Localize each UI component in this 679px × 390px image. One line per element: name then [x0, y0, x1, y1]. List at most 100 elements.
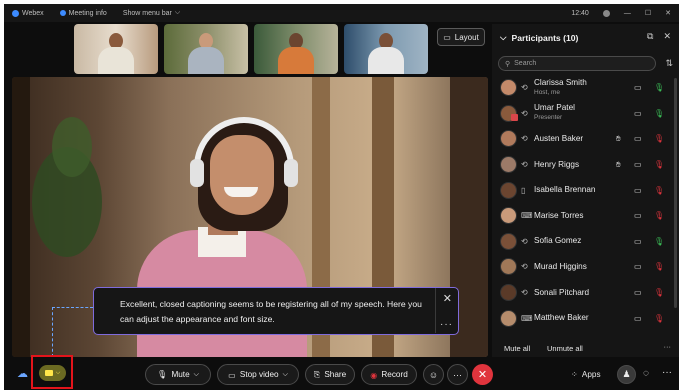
- video-thumbnail[interactable]: [344, 24, 428, 74]
- video-thumbnail[interactable]: [74, 24, 158, 74]
- meeting-info-button[interactable]: Meeting info: [59, 9, 107, 17]
- participant-name: Matthew Baker: [534, 313, 589, 323]
- avatar: [500, 207, 517, 225]
- more-options-icon[interactable]: ···: [664, 342, 672, 351]
- caption-more-icon[interactable]: ···: [440, 319, 453, 330]
- mic-muted-icon: 🎙︎: [654, 288, 665, 298]
- participant-row[interactable]: ⟲ Henry Riggs ✋︎ ▭ 🎙︎: [492, 152, 679, 178]
- participants-panel: ⌵ Participants (10) ⧉ ✕ ⚲ Search ⇅ ⟲ Cla…: [492, 24, 679, 357]
- participant-name: Umar Patel Presenter: [534, 103, 575, 122]
- connection-icon[interactable]: ☁: [17, 367, 28, 380]
- share-screen-icon: ⎘: [313, 369, 321, 379]
- participant-name: Marise Torres: [534, 210, 584, 220]
- camera-icon: ▭: [634, 134, 642, 144]
- mute-button[interactable]: 🎙︎ Mute ⌵: [145, 364, 211, 385]
- sync-icon: ⟲: [521, 83, 528, 93]
- title-bar: Webex Meeting info Show menu bar ⌵ 12:40…: [4, 4, 679, 22]
- sync-icon: ⟲: [521, 134, 528, 144]
- participant-row[interactable]: ▯ Isabella Brennan ▭ 🎙︎: [492, 177, 679, 203]
- closed-caption-button[interactable]: ⌵: [39, 365, 66, 381]
- microphone-icon: 🎙︎: [157, 369, 168, 379]
- participant-name: Sofia Gomez: [534, 236, 582, 246]
- avatar: [500, 232, 517, 250]
- unmute-all-button[interactable]: Unmute all: [547, 344, 583, 353]
- share-button[interactable]: ⎘ Share: [305, 364, 355, 385]
- headphone-cup: [190, 159, 204, 187]
- closed-caption-panel[interactable]: Excellent, closed captioning seems to be…: [93, 287, 459, 335]
- participant-row[interactable]: ⟲ Murad Higgins ▭ 🎙︎: [492, 254, 679, 280]
- mute-all-button[interactable]: Mute all: [504, 344, 530, 353]
- participant-row[interactable]: ⟲ Sofia Gomez ▭ 🎙︎: [492, 229, 679, 255]
- show-menu-bar-label: Show menu bar: [122, 9, 172, 17]
- headphone-cup: [284, 159, 298, 187]
- participant-row[interactable]: ⟲ Austen Baker ✋︎ ▭ 🎙︎: [492, 126, 679, 152]
- layout-button[interactable]: ▭ Layout: [437, 28, 485, 46]
- meeting-info-label: Meeting info: [68, 9, 107, 17]
- chevron-down-icon: ⌵: [174, 9, 181, 16]
- avatar[interactable]: [602, 9, 610, 17]
- camera-icon: ▭: [634, 108, 642, 118]
- caption-connector-line: [52, 307, 93, 308]
- show-menu-bar-button[interactable]: Show menu bar ⌵: [123, 9, 180, 17]
- search-placeholder: Search: [514, 60, 537, 67]
- avatar: [500, 181, 517, 199]
- webex-logo-icon: [12, 9, 19, 17]
- minimize-icon[interactable]: —: [624, 10, 631, 17]
- participant-body: [188, 47, 224, 74]
- stop-video-button[interactable]: ▭ Stop video ⌵: [217, 364, 299, 385]
- participant-thumbnails: [74, 24, 428, 76]
- close-icon: ✕: [477, 369, 488, 381]
- close-caption-icon[interactable]: ✕: [443, 292, 452, 305]
- leave-meeting-button[interactable]: ✕: [472, 364, 493, 385]
- search-icon: ⚲: [505, 60, 511, 68]
- record-button[interactable]: ◉ Record: [361, 364, 417, 385]
- participant-row[interactable]: ⟲ Sonali Pitchard ▭ 🎙︎: [492, 280, 679, 306]
- mic-muted-icon: 🎙︎: [654, 211, 665, 221]
- maximize-icon[interactable]: ☐: [645, 9, 651, 17]
- apps-grid-icon: ⁘: [571, 370, 578, 379]
- apps-label: Apps: [581, 369, 601, 379]
- speaker-smile: [224, 187, 258, 197]
- participant-row[interactable]: ⟲ Clarissa Smith Host, me ▭ 🎙︎: [492, 75, 679, 101]
- more-options-button[interactable]: ···: [447, 364, 468, 385]
- close-icon[interactable]: ✕: [665, 9, 671, 17]
- camera-icon: ▭: [634, 160, 642, 170]
- participant-name: Sonali Pitchard: [534, 287, 590, 297]
- chevron-down-icon: ⌵: [55, 369, 61, 376]
- apps-button[interactable]: ⁘ Apps: [571, 369, 601, 380]
- participants-header[interactable]: ⌵ Participants (10): [500, 32, 578, 43]
- layout-label: Layout: [454, 32, 479, 42]
- participants-toggle-button[interactable]: ♟: [617, 365, 636, 384]
- sort-icon[interactable]: ⇅: [665, 58, 673, 69]
- mute-label: Mute: [171, 370, 190, 379]
- popout-icon[interactable]: ⧉: [647, 31, 653, 42]
- info-icon: [59, 10, 66, 16]
- participant-name: Murad Higgins: [534, 261, 587, 271]
- mic-muted-icon: 🎙︎: [654, 160, 665, 170]
- camera-icon: ▭: [634, 288, 642, 298]
- participant-name: Austen Baker: [534, 133, 584, 143]
- camera-icon: ▭: [634, 83, 642, 93]
- participant-row[interactable]: ⟲ Umar Patel Presenter ▭ 🎙︎: [492, 101, 679, 127]
- video-thumbnail[interactable]: [254, 24, 338, 74]
- close-panel-icon[interactable]: ✕: [663, 31, 671, 42]
- avatar: [500, 309, 517, 327]
- mic-on-icon: 🎙︎: [654, 83, 665, 93]
- more-panels-icon[interactable]: ···: [662, 367, 672, 378]
- mic-on-icon: 🎙︎: [654, 108, 665, 118]
- participant-row[interactable]: ⌨︎ Marise Torres ▭ 🎙︎: [492, 203, 679, 229]
- video-camera-icon: ▭: [228, 370, 236, 380]
- avatar: [500, 284, 517, 302]
- caption-text: Excellent, closed captioning seems to be…: [120, 299, 422, 324]
- participant-row[interactable]: ⌨︎ Matthew Baker ▭ 🎙︎: [492, 305, 679, 331]
- camera-icon: ▭: [634, 313, 642, 323]
- camera-icon: ▭: [634, 236, 642, 246]
- reactions-button[interactable]: ☺: [423, 364, 444, 385]
- hand-icon: ✋︎: [616, 159, 621, 169]
- webex-meeting-window: Webex Meeting info Show menu bar ⌵ 12:40…: [4, 4, 679, 390]
- participant-search-input[interactable]: ⚲ Search: [498, 56, 656, 71]
- sync-icon: ⟲: [521, 288, 528, 298]
- record-icon: ◉: [370, 370, 378, 380]
- video-thumbnail[interactable]: [164, 24, 248, 74]
- chat-icon[interactable]: ◌: [643, 368, 649, 379]
